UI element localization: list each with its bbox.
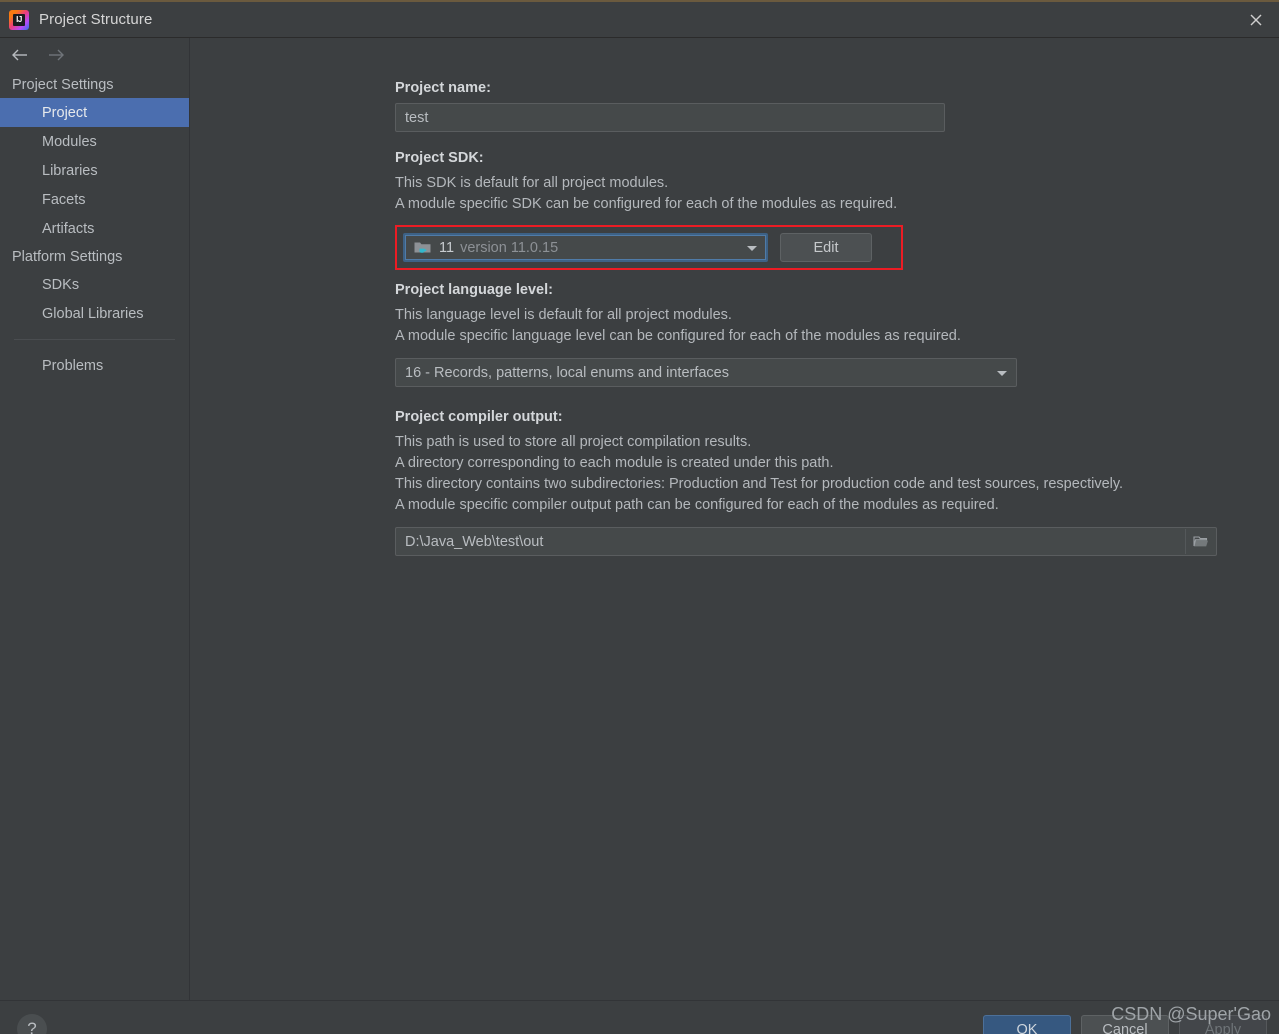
help-button[interactable]: ?: [17, 1014, 47, 1034]
sidebar-item-label: SDKs: [42, 276, 80, 293]
sidebar-item-facets[interactable]: Facets: [0, 185, 189, 214]
project-structure-dialog: IJ Project Structure Project Settings Pr…: [0, 0, 1279, 1034]
compiler-output-description-3: This directory contains two subdirectori…: [395, 476, 1124, 492]
language-level-dropdown[interactable]: 16 - Records, patterns, local enums and …: [395, 358, 1017, 387]
chevron-down-icon[interactable]: [997, 370, 1007, 376]
dialog-footer: ? OK Cancel Apply: [0, 1000, 1279, 1034]
window-title: Project Structure: [39, 11, 153, 28]
sidebar-item-label: Artifacts: [42, 220, 95, 237]
sidebar-item-label: Modules: [42, 133, 97, 150]
language-level-description-2: A module specific language level can be …: [395, 328, 961, 344]
sidebar-item-project[interactable]: Project: [0, 98, 189, 127]
language-level-description-1: This language level is default for all p…: [395, 307, 732, 323]
compiler-output-description-2: A directory corresponding to each module…: [395, 455, 834, 471]
title-bar: IJ Project Structure: [0, 2, 1279, 38]
sidebar-item-modules[interactable]: Modules: [0, 127, 189, 156]
close-icon[interactable]: [1233, 2, 1279, 37]
compiler-output-path-value: D:\Java_Web\test\out: [405, 533, 544, 550]
navigation-arrows: [0, 38, 189, 71]
project-sdk-version: version 11.0.15: [460, 239, 559, 256]
compiler-output-description-4: A module specific compiler output path c…: [395, 497, 999, 513]
compiler-output-label: Project compiler output:: [395, 409, 563, 425]
project-sdk-description-2: A module specific SDK can be configured …: [395, 196, 898, 212]
sidebar-item-artifacts[interactable]: Artifacts: [0, 214, 189, 243]
project-sdk-row: 11 version 11.0.15 Edit: [403, 233, 895, 262]
project-settings-panel: Project name: test Project SDK: This SDK…: [190, 38, 1279, 1000]
intellij-idea-logo-icon: IJ: [9, 9, 29, 30]
folder-open-icon[interactable]: [1185, 529, 1215, 554]
language-level-value: 16 - Records, patterns, local enums and …: [405, 364, 729, 381]
sidebar-item-label: Global Libraries: [42, 305, 144, 322]
sidebar-item-problems[interactable]: Problems: [0, 351, 189, 380]
settings-sidebar: Project Settings Project Modules Librari…: [0, 38, 190, 1000]
project-sdk-dropdown[interactable]: 11 version 11.0.15: [403, 233, 768, 262]
ok-button[interactable]: OK: [983, 1015, 1071, 1034]
edit-sdk-button[interactable]: Edit: [780, 233, 872, 262]
sidebar-group-project-settings: Project Settings: [12, 76, 114, 93]
arrow-right-icon[interactable]: [46, 45, 66, 65]
csdn-watermark: CSDN @Super'Gao: [1111, 1004, 1271, 1024]
compiler-output-description-1: This path is used to store all project c…: [395, 434, 752, 450]
chevron-down-icon[interactable]: [747, 245, 757, 251]
sidebar-divider: [14, 339, 175, 340]
sidebar-item-label: Problems: [42, 357, 104, 374]
dialog-body: Project Settings Project Modules Librari…: [0, 38, 1279, 1000]
project-name-input[interactable]: test: [395, 103, 945, 132]
project-name-label: Project name:: [395, 80, 491, 96]
sidebar-item-sdks[interactable]: SDKs: [0, 270, 189, 299]
project-sdk-highlight-box: 11 version 11.0.15 Edit: [395, 225, 903, 270]
language-level-label: Project language level:: [395, 282, 553, 298]
sidebar-item-label: Libraries: [42, 162, 98, 179]
java-sdk-folder-icon: [414, 242, 431, 253]
sidebar-item-label: Project: [42, 104, 88, 121]
project-sdk-name: 11: [439, 239, 455, 256]
sidebar-item-libraries[interactable]: Libraries: [0, 156, 189, 185]
sidebar-item-label: Facets: [42, 191, 86, 208]
project-sdk-label: Project SDK:: [395, 150, 484, 166]
arrow-left-icon[interactable]: [10, 45, 30, 65]
sidebar-item-global-libraries[interactable]: Global Libraries: [0, 299, 189, 328]
compiler-output-path-input[interactable]: D:\Java_Web\test\out: [395, 527, 1217, 556]
sidebar-group-platform-settings: Platform Settings: [12, 248, 123, 265]
project-sdk-description-1: This SDK is default for all project modu…: [395, 175, 669, 191]
